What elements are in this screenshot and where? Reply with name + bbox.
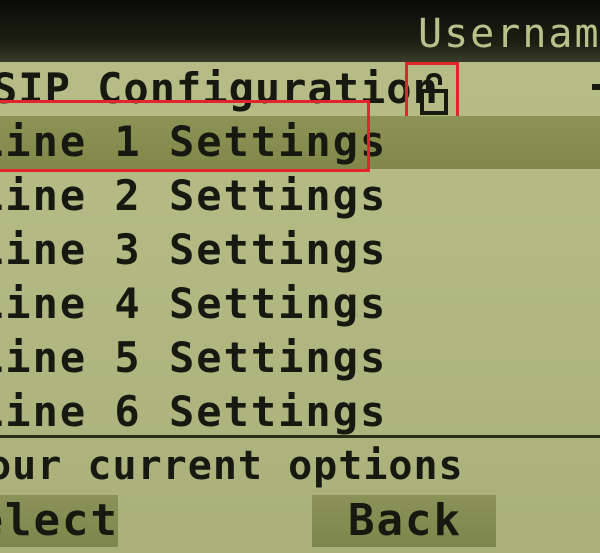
username-label: Usernam <box>418 11 600 57</box>
menu-item-line-2[interactable]: Line 2 Settings <box>0 170 600 223</box>
menu-item-line-6[interactable]: Line 6 Settings <box>0 386 600 439</box>
menu-item-line-4[interactable]: Line 4 Settings <box>0 278 600 331</box>
menu-item-label: Line 5 Settings <box>0 333 388 382</box>
menu-item-label: Line 6 Settings <box>0 387 388 436</box>
menu-item-label: Line 3 Settings <box>0 225 388 274</box>
scroll-indicator <box>592 84 600 90</box>
options-hint: Your current options <box>0 443 464 489</box>
phone-lcd-screen: Usernam SIP Configuration Line 1 Setting… <box>0 0 600 553</box>
menu-item-label: Line 4 Settings <box>0 279 388 328</box>
unlocked-padlock-icon[interactable] <box>420 71 448 115</box>
menu-item-label: Line 1 Settings <box>0 117 388 166</box>
menu-item-line-1[interactable]: Line 1 Settings <box>0 116 600 169</box>
page-title: SIP Configuration <box>0 64 439 113</box>
divider <box>0 435 600 438</box>
header-bar: Usernam <box>0 0 600 62</box>
back-softkey-label: Back <box>348 495 462 546</box>
select-softkey[interactable]: Select <box>0 495 118 547</box>
back-softkey[interactable]: Back <box>312 495 496 547</box>
title-row: SIP Configuration <box>0 62 600 122</box>
lock-highlight-box <box>405 62 459 122</box>
menu-item-line-3[interactable]: Line 3 Settings <box>0 224 600 277</box>
menu-item-label: Line 2 Settings <box>0 171 388 220</box>
select-softkey-label: Select <box>0 495 119 546</box>
menu-item-line-5[interactable]: Line 5 Settings <box>0 332 600 385</box>
